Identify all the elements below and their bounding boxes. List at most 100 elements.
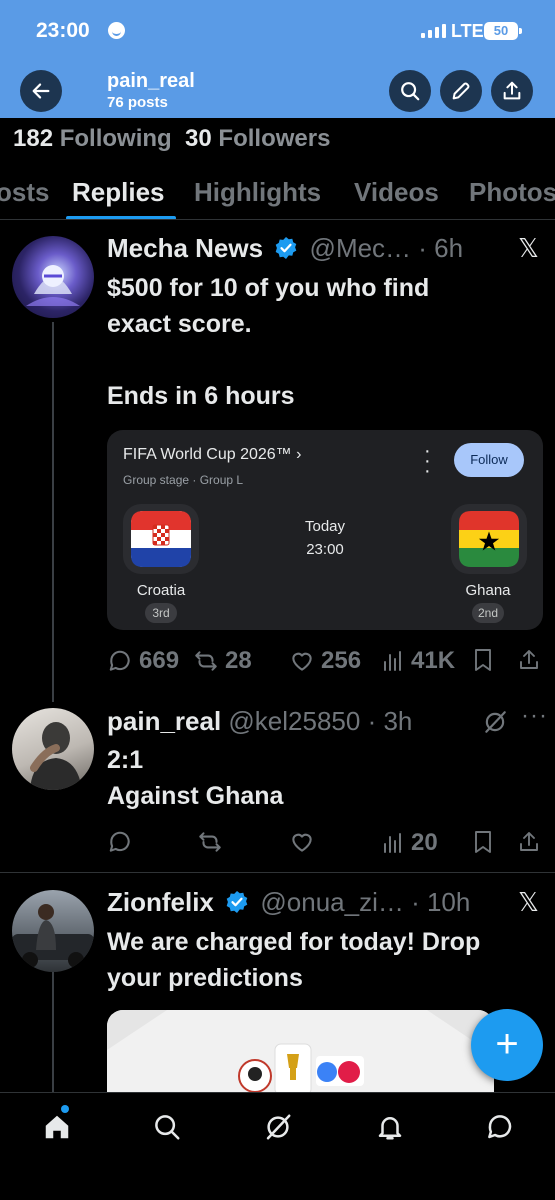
search-icon xyxy=(401,82,420,101)
tweet-actions: 20 xyxy=(107,829,547,859)
views-button[interactable]: 41K xyxy=(381,647,455,675)
grok-icon xyxy=(266,1114,291,1140)
avatar[interactable] xyxy=(12,708,94,790)
bookmark-icon xyxy=(475,649,491,671)
ghana-flag-container xyxy=(451,504,527,574)
nav-notifications[interactable] xyxy=(373,1110,407,1144)
reply-button[interactable] xyxy=(107,829,139,855)
tab-replies[interactable]: Replies xyxy=(72,177,165,208)
grok-icon[interactable] xyxy=(482,709,508,735)
user-photo-avatar-icon xyxy=(12,904,94,968)
author-handle[interactable]: @onua_zi… xyxy=(260,887,403,917)
tab-videos[interactable]: Videos xyxy=(354,177,439,208)
repost-icon xyxy=(195,651,217,671)
user-photo-avatar-icon xyxy=(30,722,82,790)
following-label[interactable]: Following xyxy=(60,125,172,152)
views-icon xyxy=(384,833,401,853)
network-type: LTE xyxy=(451,21,484,41)
nav-home[interactable] xyxy=(40,1110,74,1144)
match-time: 23:00 xyxy=(306,541,344,558)
thread-line xyxy=(52,972,54,1092)
views-count: 41K xyxy=(411,647,456,674)
views-button[interactable]: 20 xyxy=(381,829,438,857)
share-tweet-button[interactable] xyxy=(517,647,547,673)
like-button[interactable]: 256 xyxy=(289,647,361,675)
bookmark-button[interactable] xyxy=(471,647,501,673)
notification-dot xyxy=(61,1105,69,1113)
avatar[interactable] xyxy=(12,890,94,972)
thread-line xyxy=(52,322,54,702)
tweet-text: We are charged for today! Drop your pred… xyxy=(107,928,481,992)
like-icon xyxy=(292,833,312,852)
bookmark-button[interactable] xyxy=(471,829,501,855)
author-name[interactable]: Zionfelix xyxy=(107,887,214,917)
tab-posts[interactable]: osts xyxy=(0,177,49,208)
match-card[interactable]: FIFA World Cup 2026™ › Group stage · Gro… xyxy=(107,430,543,630)
repost-button[interactable]: 28 xyxy=(193,647,252,675)
battery-indicator: 50 xyxy=(484,22,522,40)
author-handle[interactable]: @kel25850 xyxy=(228,706,360,736)
tweet-time: · 3h xyxy=(367,706,413,736)
edit-icon xyxy=(452,82,470,100)
like-icon xyxy=(292,652,312,671)
signal-icon xyxy=(421,24,446,38)
author-name[interactable]: Mecha News xyxy=(107,233,263,263)
author-name[interactable]: pain_real xyxy=(107,706,221,736)
nav-explore[interactable] xyxy=(150,1110,184,1144)
search-icon xyxy=(155,1115,180,1140)
tweet-header: pain_real @kel25850 · 3h xyxy=(107,706,412,737)
tab-highlights[interactable]: Highlights xyxy=(194,177,321,208)
author-handle[interactable]: @Mec… xyxy=(310,233,412,263)
follow-button[interactable]: Follow xyxy=(454,443,524,477)
reply-icon xyxy=(109,650,130,671)
more-icon[interactable]: ··· xyxy=(521,702,548,730)
reply-button[interactable]: 669 xyxy=(107,647,179,675)
messages-icon xyxy=(488,1115,512,1139)
compose-icon: + xyxy=(495,1022,519,1066)
active-tab-indicator xyxy=(66,216,176,219)
competition-title[interactable]: FIFA World Cup 2026™ › xyxy=(123,446,301,464)
tweet-media-image[interactable] xyxy=(107,1010,494,1095)
search-button[interactable] xyxy=(389,70,431,112)
compose-button[interactable]: + xyxy=(471,1009,543,1081)
nav-messages[interactable] xyxy=(483,1110,517,1144)
avatar[interactable] xyxy=(12,236,94,318)
verified-badge-icon xyxy=(276,237,297,259)
tweet-text: 2:1 Against Ghana xyxy=(107,746,284,810)
reply-icon xyxy=(109,831,130,852)
more-options-icon[interactable]: · · · xyxy=(424,441,431,481)
share-icon xyxy=(520,650,538,669)
edit-button[interactable] xyxy=(440,70,482,112)
follow-counts: 182 Following 30 Followers xyxy=(13,125,330,153)
notifications-icon xyxy=(378,1117,402,1140)
back-button[interactable] xyxy=(20,70,62,112)
tweet-header: Zionfelix @onua_zi… · 10h xyxy=(107,887,470,918)
repost-icon xyxy=(199,832,221,852)
promo-graphic-icon xyxy=(107,1010,494,1095)
following-count[interactable]: 182 xyxy=(13,125,53,152)
x-logo-icon: 𝕏 xyxy=(518,234,539,264)
profile-name: pain_real xyxy=(107,70,195,92)
repost-button[interactable] xyxy=(197,829,229,855)
tweet-time: · 10h xyxy=(411,887,471,917)
share-button[interactable] xyxy=(491,70,533,112)
followers-count[interactable]: 30 xyxy=(185,125,212,152)
followers-label[interactable]: Followers xyxy=(218,125,330,152)
nav-grok[interactable] xyxy=(261,1110,295,1144)
views-icon xyxy=(384,651,401,671)
status-notification-icon xyxy=(108,22,125,39)
like-count: 256 xyxy=(321,647,362,674)
tweet-time: · 6h xyxy=(418,233,464,263)
back-arrow-icon xyxy=(32,83,50,99)
posts-count: 76 posts xyxy=(107,94,168,111)
like-button[interactable] xyxy=(289,829,321,855)
home-team-rank: 3rd xyxy=(145,603,177,623)
away-team-rank: 2nd xyxy=(472,603,504,623)
robot-avatar-icon xyxy=(26,265,80,306)
status-time: 23:00 xyxy=(36,19,90,42)
tweet-text: $500 for 10 of you who find exact score.… xyxy=(107,274,430,410)
share-icon xyxy=(503,81,521,100)
repost-count: 28 xyxy=(225,647,252,674)
tab-photos[interactable]: Photos xyxy=(469,177,555,208)
share-tweet-button[interactable] xyxy=(517,829,547,855)
